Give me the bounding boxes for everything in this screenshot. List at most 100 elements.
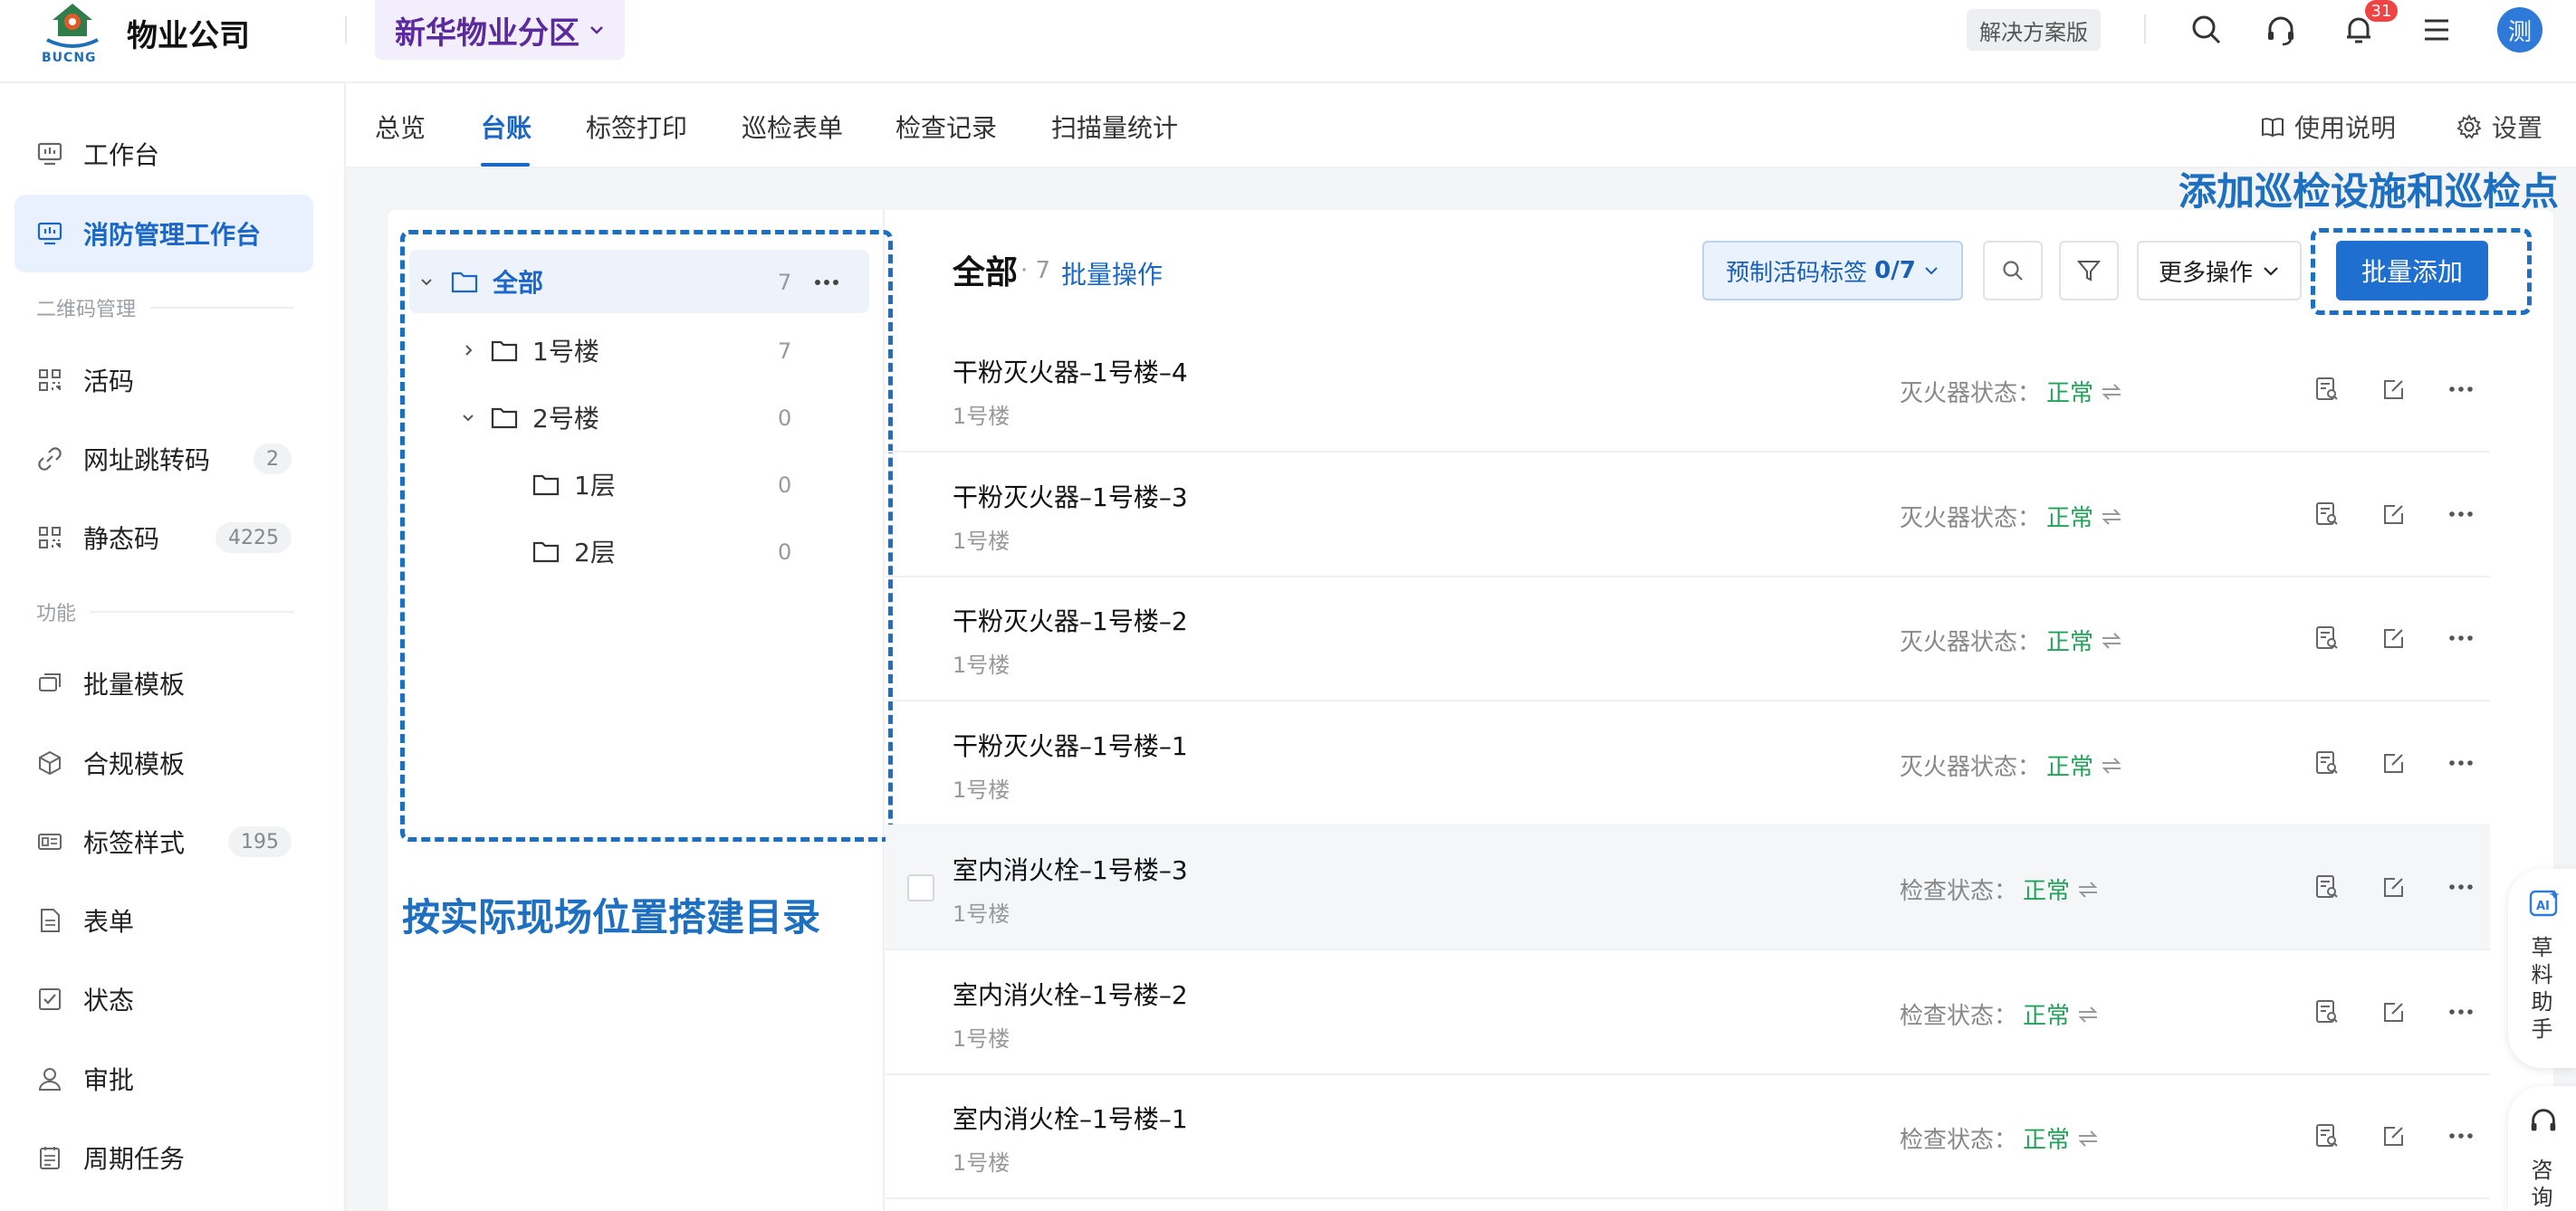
more-icon[interactable] <box>2445 498 2477 530</box>
sidebar-item-fire-workbench[interactable]: 消防管理工作台 <box>14 195 313 272</box>
tab-bar: 总览 台账 标签打印 巡检表单 检查记录 扫描量统计 使用说明 设置 <box>346 83 2576 168</box>
more-icon[interactable] <box>2445 622 2477 654</box>
tab-inspection-form[interactable]: 巡检表单 <box>742 109 843 145</box>
table-row[interactable]: 室内消火栓–1号楼–3 1号楼 检查状态： 正常 <box>886 825 2490 950</box>
sidebar-item-live-code[interactable]: 活码 <box>14 341 313 419</box>
sidebar-item-approval[interactable]: 审批 <box>14 1040 313 1118</box>
sidebar-item-status[interactable]: 状态 <box>14 960 313 1038</box>
help-link[interactable]: 使用说明 <box>2260 109 2396 145</box>
row-location: 1号楼 <box>953 1150 1010 1176</box>
search-icon[interactable] <box>2186 9 2227 51</box>
tab-label-print[interactable]: 标签打印 <box>586 109 687 145</box>
swap-icon[interactable] <box>2075 879 2101 901</box>
more-icon[interactable] <box>2445 373 2477 405</box>
annotation-box-add <box>2311 228 2532 315</box>
cube-icon <box>39 750 61 776</box>
more-operations-label: 更多操作 <box>2158 259 2253 287</box>
section-title: 二维码管理 <box>36 299 137 321</box>
tab-scan-stats[interactable]: 扫描量统计 <box>1051 109 1178 145</box>
more-icon[interactable] <box>2445 1120 2477 1152</box>
swap-icon[interactable] <box>2099 630 2124 652</box>
sidebar-item-batch-template[interactable]: 批量模板 <box>14 644 313 722</box>
row-status: 检查状态： 正常 <box>1900 872 2101 906</box>
status-value: 正常 <box>2046 754 2094 781</box>
swap-icon[interactable] <box>2075 1128 2101 1149</box>
avatar[interactable]: 测 <box>2497 7 2542 52</box>
sidebar-item-label-style[interactable]: 标签样式 195 <box>14 803 313 881</box>
sidebar-item-label: 网址跳转码 <box>83 445 211 475</box>
menu-icon[interactable] <box>2416 9 2457 51</box>
sidebar-item-static-code[interactable]: 静态码 4225 <box>14 499 313 577</box>
swap-icon[interactable] <box>2075 1004 2101 1025</box>
record-icon[interactable] <box>2311 747 2343 779</box>
row-location: 1号楼 <box>953 529 1010 554</box>
search-button[interactable] <box>1983 241 2043 300</box>
active-tab-indicator <box>481 163 530 167</box>
consult-label: 咨 询 <box>2508 1157 2576 1211</box>
more-icon[interactable] <box>2445 996 2477 1028</box>
more-icon[interactable] <box>2445 747 2477 779</box>
edit-icon[interactable] <box>2378 1120 2410 1152</box>
preset-label-dropdown[interactable]: 预制活码标签 0/7 <box>1702 241 1963 300</box>
logo-text: BUCNG <box>42 51 97 65</box>
table-row[interactable]: 干粉灭火器–1号楼–1 1号楼 灭火器状态： 正常 <box>886 701 2490 826</box>
tab-overview[interactable]: 总览 <box>375 109 426 145</box>
ai-assistant-widget[interactable]: AI 草 料 助 手 <box>2508 869 2576 1068</box>
edit-icon[interactable] <box>2378 996 2410 1028</box>
sidebar-item-form[interactable]: 表单 <box>14 882 313 959</box>
record-icon[interactable] <box>2311 996 2343 1028</box>
swap-icon[interactable] <box>2099 381 2124 403</box>
status-label: 检查状态： <box>1900 1003 2018 1030</box>
row-checkbox[interactable] <box>907 874 934 901</box>
edit-icon[interactable] <box>2378 498 2410 530</box>
record-icon[interactable] <box>2311 1120 2343 1152</box>
status-value: 正常 <box>2046 629 2094 656</box>
sidebar-item-periodic-task[interactable]: 周期任务 <box>14 1119 313 1197</box>
table-row[interactable]: 室内消火栓–1号楼–1 1号楼 检查状态： 正常 <box>886 1074 2490 1199</box>
batch-operation-link[interactable]: 批量操作 <box>1061 255 1163 291</box>
sidebar-section-qr: 二维码管理 <box>36 293 293 322</box>
ai-icon: AI <box>2528 887 2561 923</box>
more-operations-dropdown[interactable]: 更多操作 <box>2137 241 2302 300</box>
record-icon[interactable] <box>2311 622 2343 654</box>
table-row[interactable]: 室内消火栓–1号楼–2 1号楼 检查状态： 正常 <box>886 950 2490 1075</box>
annotation-build-directory: 按实际现场位置搭建目录 <box>402 895 821 939</box>
sidebar: 工作台 消防管理工作台 二维码管理 活码 网址跳转码 2 静态码 4225 功能… <box>0 83 346 1211</box>
assistant-char: 草 <box>2531 935 2553 960</box>
sidebar-item-workbench[interactable]: 工作台 <box>14 115 313 193</box>
headset-icon[interactable] <box>2260 9 2302 51</box>
preset-label-value: 0/7 <box>1874 257 1916 284</box>
table-row[interactable]: 干粉灭火器–1号楼–4 1号楼 灭火器状态： 正常 <box>886 328 2490 453</box>
row-location: 1号楼 <box>953 1026 1010 1052</box>
record-icon[interactable] <box>2311 373 2343 405</box>
edit-icon[interactable] <box>2378 622 2410 654</box>
record-icon[interactable] <box>2311 871 2343 903</box>
row-status: 检查状态： 正常 <box>1900 997 2101 1031</box>
edit-icon[interactable] <box>2378 373 2410 405</box>
annotation-box-tree <box>400 230 893 842</box>
tab-ledger[interactable]: 台账 <box>481 109 531 145</box>
link-icon <box>38 447 62 471</box>
top-bar: BUCNG 物业公司 新华物业分区 解决方案版 31 测 <box>0 0 2576 83</box>
swap-icon[interactable] <box>2099 755 2124 777</box>
record-icon[interactable] <box>2311 498 2343 530</box>
branch-selector[interactable]: 新华物业分区 <box>375 0 625 60</box>
tab-check-record[interactable]: 检查记录 <box>895 109 997 145</box>
edit-icon[interactable] <box>2378 871 2410 903</box>
status-value: 正常 <box>2023 1003 2071 1030</box>
sidebar-item-url-code[interactable]: 网址跳转码 2 <box>14 420 313 498</box>
chevron-down-icon <box>1925 267 1938 275</box>
assistant-label: 草 料 助 手 <box>2508 934 2576 1043</box>
table-row[interactable]: 干粉灭火器–1号楼–3 1号楼 灭火器状态： 正常 <box>886 453 2490 577</box>
count-badge: 2 <box>254 443 292 474</box>
ai-icon-text: AI <box>2536 900 2550 913</box>
sidebar-item-compliance-template[interactable]: 合规模板 <box>14 724 313 802</box>
swap-icon[interactable] <box>2099 506 2124 528</box>
settings-link[interactable]: 设置 <box>2456 109 2542 145</box>
help-label: 使用说明 <box>2294 113 2397 143</box>
filter-button[interactable] <box>2059 241 2119 300</box>
edit-icon[interactable] <box>2378 747 2410 779</box>
more-icon[interactable] <box>2445 871 2477 903</box>
table-row[interactable]: 干粉灭火器–1号楼–2 1号楼 灭火器状态： 正常 <box>886 577 2490 701</box>
consult-widget[interactable]: 咨 询 <box>2508 1086 2576 1211</box>
